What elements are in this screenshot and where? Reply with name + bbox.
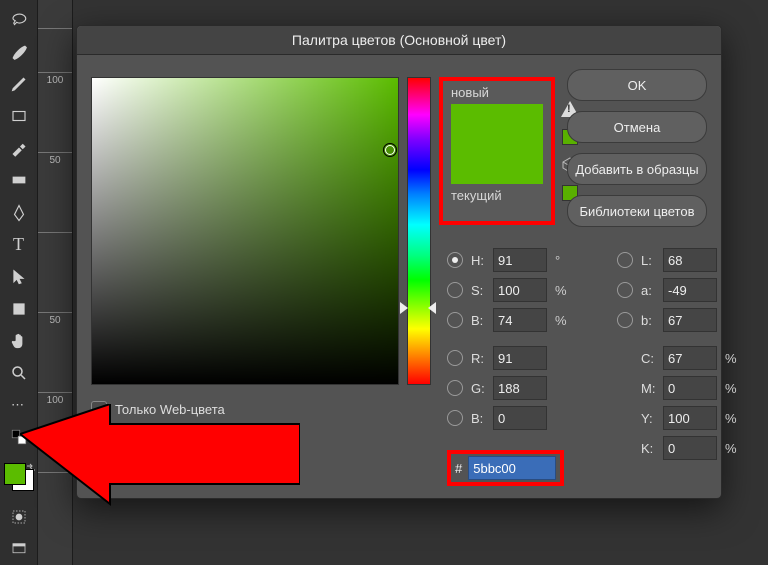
radio-bri[interactable] (447, 312, 463, 328)
pen-tool[interactable] (6, 200, 32, 224)
input-b[interactable] (493, 406, 547, 430)
color-picker-dialog: Палитра цветов (Основной цвет) новый тек… (76, 25, 722, 499)
label-c: C: (641, 351, 663, 366)
rectangle-tool[interactable] (6, 104, 32, 128)
input-a[interactable] (663, 278, 717, 302)
hue-pointer[interactable] (400, 302, 436, 314)
label-bb: b: (641, 313, 663, 328)
input-r[interactable] (493, 346, 547, 370)
label-l: L: (641, 253, 663, 268)
pencil-tool[interactable] (6, 72, 32, 96)
color-libraries-button[interactable]: Библиотеки цветов (567, 195, 707, 227)
label-b: B: (471, 411, 493, 426)
tools-panel: T ⋯ (0, 0, 38, 565)
type-tool[interactable]: T (6, 233, 32, 257)
label-a: a: (641, 283, 663, 298)
new-current-swatch: новый текущий (439, 77, 555, 225)
new-label: новый (443, 81, 551, 104)
current-label: текущий (443, 184, 551, 207)
web-colors-checkbox-row[interactable]: Только Web-цвета (91, 401, 225, 417)
web-colors-label: Только Web-цвета (115, 402, 225, 417)
input-bri[interactable] (493, 308, 547, 332)
input-l[interactable] (663, 248, 717, 272)
quickmask-icon[interactable] (6, 505, 32, 529)
label-g: G: (471, 381, 493, 396)
ok-button[interactable]: OK (567, 69, 707, 101)
zoom-tool[interactable] (6, 361, 32, 385)
gradient-tool[interactable] (6, 168, 32, 192)
dialog-title: Палитра цветов (Основной цвет) (292, 32, 506, 48)
shape-tool[interactable] (6, 297, 32, 321)
radio-b[interactable] (447, 410, 463, 426)
radio-s[interactable] (447, 282, 463, 298)
cancel-button[interactable]: Отмена (567, 111, 707, 143)
dialog-titlebar[interactable]: Палитра цветов (Основной цвет) (77, 26, 721, 55)
eyedropper-tool[interactable] (6, 136, 32, 160)
ruler-tick-label: 100 (38, 395, 72, 406)
ruler-tick-label: 100 (38, 75, 72, 86)
radio-l[interactable] (617, 252, 633, 268)
hue-slider[interactable] (407, 77, 431, 385)
ruler-tick-label: 50 (38, 155, 72, 166)
input-y[interactable] (663, 406, 717, 430)
input-m[interactable] (663, 376, 717, 400)
screenmode-icon[interactable] (6, 537, 32, 561)
path-select-tool[interactable] (6, 265, 32, 289)
input-h[interactable] (493, 248, 547, 272)
web-colors-checkbox[interactable] (91, 401, 107, 417)
hand-tool[interactable] (6, 329, 32, 353)
radio-h[interactable] (447, 252, 463, 268)
input-g[interactable] (493, 376, 547, 400)
lasso-tool[interactable] (6, 8, 32, 32)
input-bb[interactable] (663, 308, 717, 332)
label-h: H: (471, 253, 493, 268)
label-y: Y: (641, 411, 663, 426)
foreground-background-swatch[interactable] (4, 463, 34, 491)
hash-label: # (455, 461, 462, 476)
add-swatch-button[interactable]: Добавить в образцы (567, 153, 707, 185)
radio-bb[interactable] (617, 312, 633, 328)
radio-g[interactable] (447, 380, 463, 396)
more-tool[interactable]: ⋯ (6, 393, 32, 417)
default-colors-icon[interactable] (6, 425, 32, 449)
input-s[interactable] (493, 278, 547, 302)
vertical-ruler: 100 50 50 100 (38, 0, 73, 565)
saturation-field[interactable] (91, 77, 399, 385)
label-m: M: (641, 381, 663, 396)
label-r: R: (471, 351, 493, 366)
brush-tool[interactable] (6, 40, 32, 64)
label-bri: B: (471, 313, 493, 328)
label-s: S: (471, 283, 493, 298)
label-k: K: (641, 441, 663, 456)
foreground-color[interactable] (4, 463, 26, 485)
hex-input[interactable] (468, 456, 556, 480)
input-k[interactable] (663, 436, 717, 460)
radio-r[interactable] (447, 350, 463, 366)
color-marker[interactable] (383, 143, 397, 157)
input-c[interactable] (663, 346, 717, 370)
ruler-tick-label: 50 (38, 315, 72, 326)
radio-a[interactable] (617, 282, 633, 298)
hex-row: # (447, 450, 564, 486)
current-color-swatch[interactable] (451, 144, 543, 184)
new-color-swatch (451, 104, 543, 144)
